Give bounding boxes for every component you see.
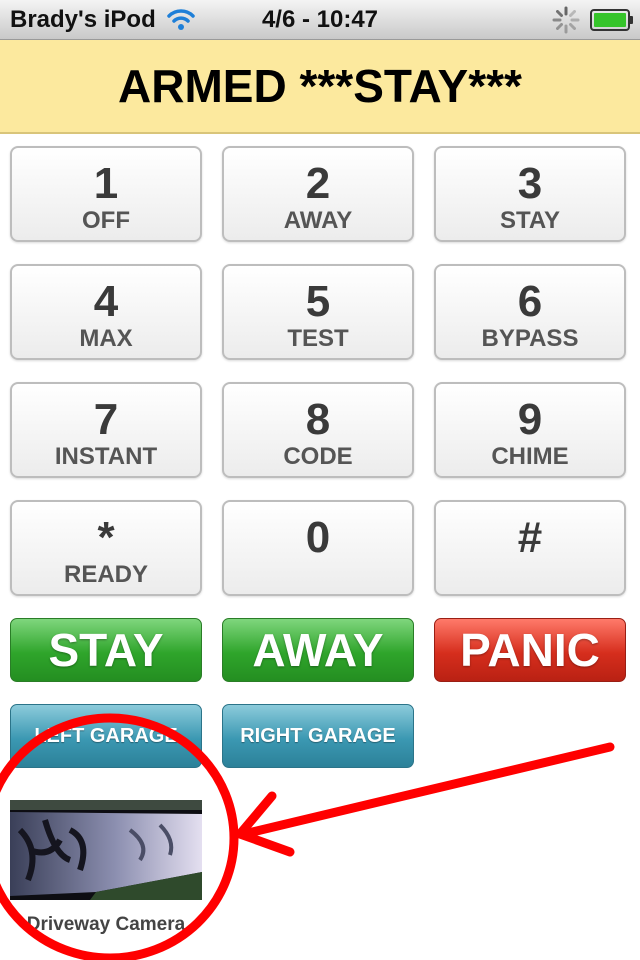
arm-stay-label: STAY bbox=[48, 624, 164, 676]
key-2[interactable]: 2 AWAY bbox=[222, 146, 414, 242]
camera-label: Driveway Camera bbox=[26, 914, 186, 935]
key-0[interactable]: 0 bbox=[222, 500, 414, 596]
key-7[interactable]: 7 INSTANT bbox=[10, 382, 202, 478]
key-digit: 0 bbox=[305, 513, 331, 562]
arm-away-button[interactable]: AWAY bbox=[222, 618, 414, 682]
arm-stay-button[interactable]: STAY bbox=[10, 618, 202, 682]
key-digit: * bbox=[97, 513, 115, 562]
annotation-arrow-head bbox=[235, 791, 295, 857]
key-digit: 2 bbox=[305, 159, 331, 208]
panic-label: PANIC bbox=[460, 624, 600, 676]
panic-button[interactable]: PANIC bbox=[434, 618, 626, 682]
key-digit: 7 bbox=[93, 395, 119, 444]
key-label: AWAY bbox=[283, 207, 353, 234]
activity-spinner-icon bbox=[552, 6, 580, 41]
key-5[interactable]: 5 TEST bbox=[222, 264, 414, 360]
battery-icon bbox=[590, 9, 634, 38]
key-8[interactable]: 8 CODE bbox=[222, 382, 414, 478]
status-bar: Brady's iPod 4/6 - 10:47 bbox=[0, 0, 640, 40]
key-hash[interactable]: # bbox=[434, 500, 626, 596]
key-star[interactable]: * READY bbox=[10, 500, 202, 596]
key-label: CHIME bbox=[491, 443, 569, 470]
key-label: CODE bbox=[283, 443, 353, 470]
key-6[interactable]: 6 BYPASS bbox=[434, 264, 626, 360]
key-digit: 1 bbox=[93, 159, 119, 208]
alarm-status-text: ARMED ***STAY*** bbox=[118, 60, 522, 112]
key-label: BYPASS bbox=[481, 325, 579, 352]
key-digit: 8 bbox=[305, 395, 331, 444]
left-garage-label: LEFT GARAGE bbox=[34, 724, 178, 747]
key-3[interactable]: 3 STAY bbox=[434, 146, 626, 242]
clock: 4/6 - 10:47 bbox=[261, 6, 379, 33]
key-4[interactable]: 4 MAX bbox=[10, 264, 202, 360]
key-label: READY bbox=[63, 561, 148, 588]
key-label: INSTANT bbox=[54, 443, 158, 470]
key-digit: 3 bbox=[517, 159, 543, 208]
right-garage-button[interactable]: RIGHT GARAGE bbox=[222, 704, 414, 768]
key-digit: 6 bbox=[517, 277, 543, 326]
key-9[interactable]: 9 CHIME bbox=[434, 382, 626, 478]
alarm-status-banner: ARMED ***STAY*** bbox=[0, 40, 640, 134]
key-label: MAX bbox=[79, 325, 133, 352]
key-digit: 4 bbox=[93, 277, 119, 326]
key-digit: 9 bbox=[517, 395, 543, 444]
key-label: STAY bbox=[499, 207, 561, 234]
key-label: TEST bbox=[287, 325, 349, 352]
right-garage-label: RIGHT GARAGE bbox=[240, 724, 396, 747]
key-digit: 5 bbox=[305, 277, 331, 326]
arm-away-label: AWAY bbox=[252, 624, 384, 676]
key-digit: # bbox=[517, 513, 543, 562]
driveway-camera-thumbnail[interactable] bbox=[10, 800, 202, 900]
key-label: OFF bbox=[82, 207, 130, 234]
left-garage-button[interactable]: LEFT GARAGE bbox=[10, 704, 202, 768]
key-1[interactable]: 1 OFF bbox=[10, 146, 202, 242]
